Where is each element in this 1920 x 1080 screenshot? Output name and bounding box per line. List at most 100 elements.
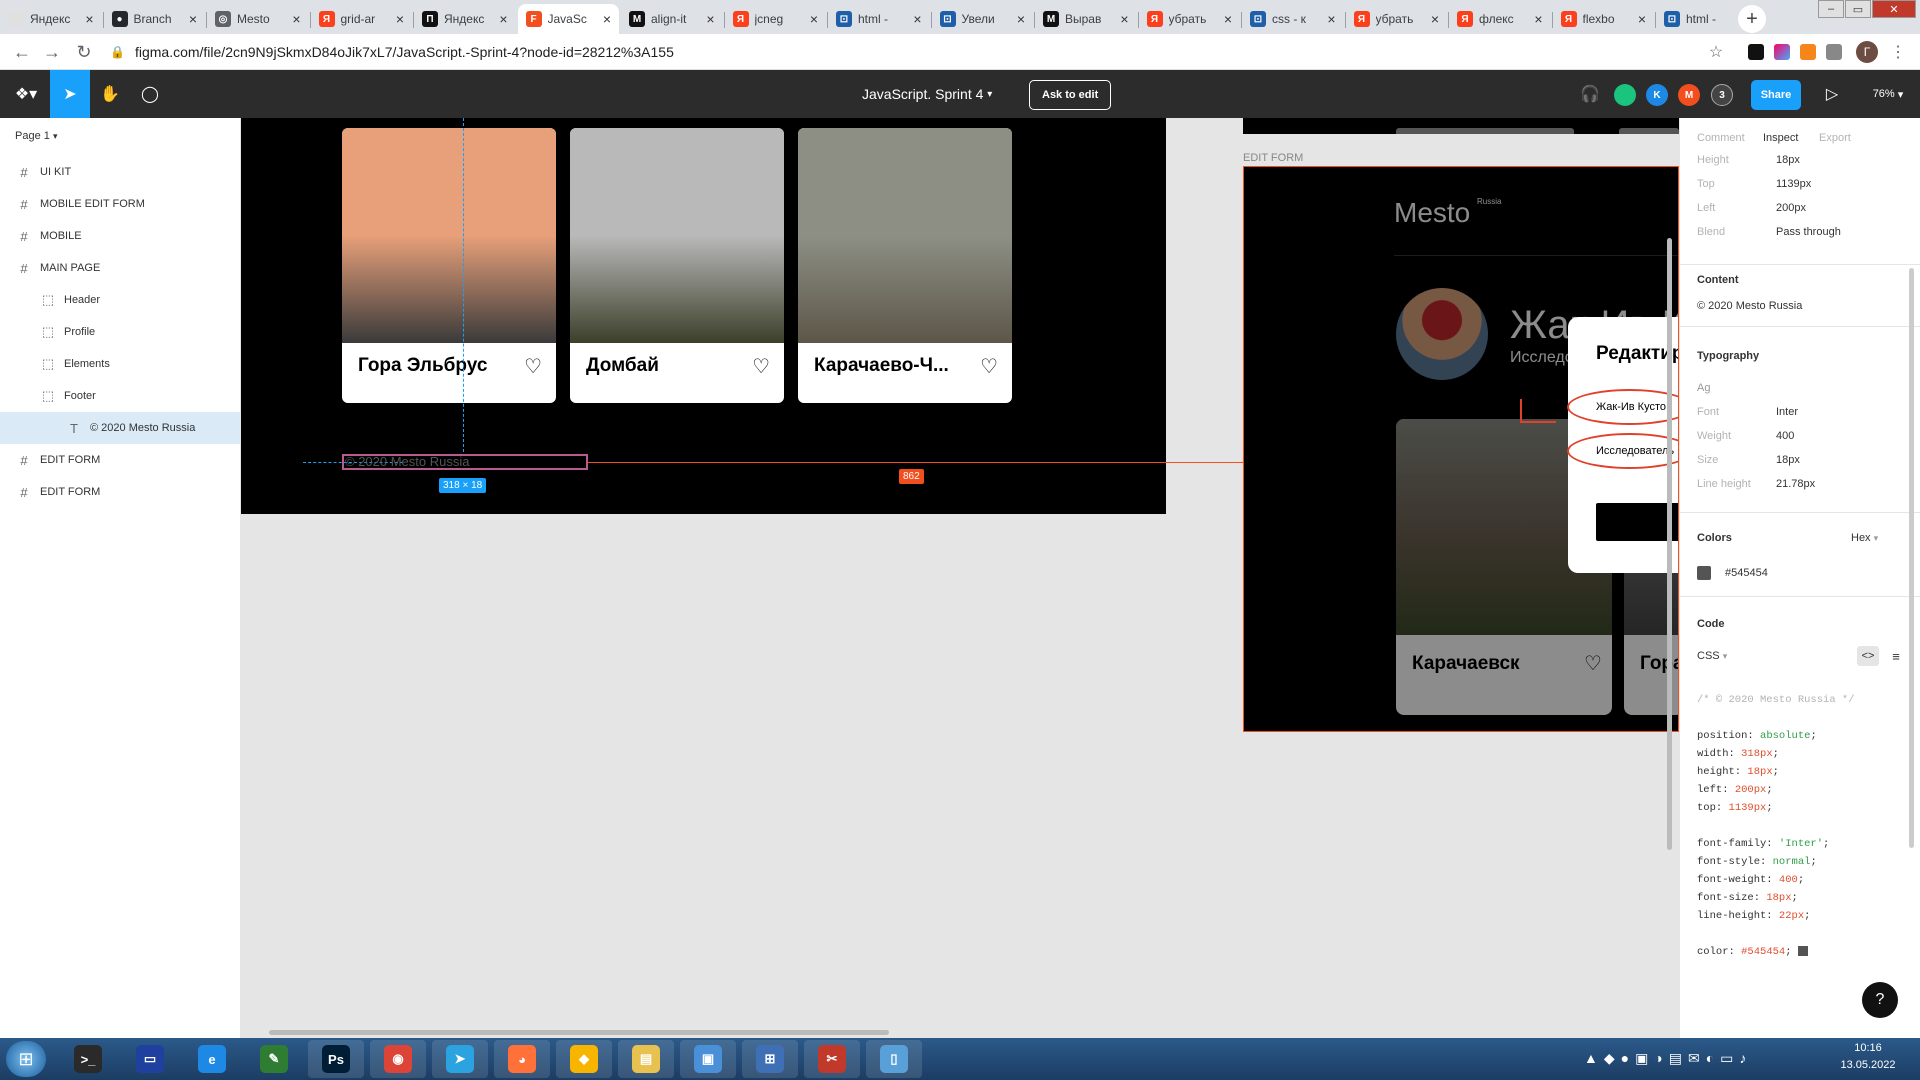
taskbar-app-explorer[interactable]: ▤ (618, 1040, 674, 1078)
collaborator-avatar[interactable] (1614, 84, 1636, 106)
browser-tab[interactable]: Яфлекс × (1449, 4, 1551, 34)
browser-tab[interactable]: Яflexbo × (1553, 4, 1655, 34)
layer-item[interactable]: T © 2020 Mesto Russia (0, 412, 240, 444)
layer-item[interactable]: ⬚ Elements (0, 348, 240, 380)
close-tab-icon[interactable]: × (189, 11, 197, 27)
browser-tab[interactable]: ⊡ css - к × (1242, 4, 1344, 34)
code-list-icon[interactable]: ≡ (1885, 646, 1907, 666)
browser-tab[interactable]: ⊡ html - × (828, 4, 930, 34)
browser-tab[interactable]: ◎ Mesto × (207, 4, 309, 34)
start-button[interactable]: ⊞ (6, 1041, 46, 1077)
taskbar-app-remote[interactable]: ▣ (680, 1040, 736, 1078)
extension-icon[interactable] (1748, 44, 1764, 60)
layer-item[interactable]: # MAIN PAGE (0, 252, 240, 284)
browser-tab[interactable]: F JavaSc × (517, 4, 619, 34)
bookmark-star-icon[interactable]: ☆ (1704, 40, 1728, 64)
layer-item[interactable]: # EDIT FORM (0, 444, 240, 476)
close-tab-icon[interactable]: × (810, 11, 818, 27)
taskbar-app-network[interactable]: ⊞ (742, 1040, 798, 1078)
taskbar-app-chrome[interactable]: ◉ (370, 1040, 426, 1078)
horizontal-scrollbar[interactable] (269, 1030, 889, 1035)
close-tab-icon[interactable]: × (1017, 11, 1025, 27)
metamask-icon[interactable] (1800, 44, 1816, 60)
browser-tab[interactable]: Яубрать × (1346, 4, 1448, 34)
clock-time[interactable]: 10:16 (1838, 1042, 1898, 1054)
taskbar-app-files[interactable]: ▯ (866, 1040, 922, 1078)
edit-form-frame[interactable]: Mesto Russia Жак-Ив К Исследо Карачаевск… (1243, 166, 1679, 732)
close-window-button[interactable]: ✕ (1872, 0, 1916, 18)
taskbar-app-cmd[interactable]: >_ (60, 1040, 116, 1078)
move-tool-icon[interactable]: ➤ (50, 70, 90, 118)
minimize-window-button[interactable]: – (1818, 0, 1844, 18)
layer-item[interactable]: ⬚ Footer (0, 380, 240, 412)
file-title[interactable]: JavaScript. Sprint 4 ▾ (862, 70, 992, 118)
ask-to-edit-button[interactable]: Ask to edit (1029, 80, 1112, 110)
headphones-icon[interactable]: 🎧 (1570, 70, 1610, 118)
color-format-select[interactable]: Hex ▾ (1851, 532, 1878, 544)
place-card[interactable]: Домбай ♡ (570, 128, 784, 403)
maximize-window-button[interactable]: ▭ (1845, 0, 1871, 18)
typography-value[interactable]: Inter (1776, 406, 1798, 418)
clock-date[interactable]: 13.05.2022 (1832, 1059, 1904, 1071)
vertical-scrollbar[interactable] (1667, 238, 1672, 850)
taskbar-app-photoshop[interactable]: Ps (308, 1040, 364, 1078)
browser-tab[interactable]: ⊡ Увели × (932, 4, 1034, 34)
close-tab-icon[interactable]: × (85, 11, 93, 27)
footer-copyright-selected[interactable]: © 2020 Mesto Russia (342, 454, 588, 470)
address-bar[interactable]: 🔒 figma.com/file/2cn9N9jSkmxD84oJik7xL7/… (110, 40, 1710, 64)
inspect-tab-export[interactable]: Export (1819, 132, 1851, 144)
layer-item[interactable]: ⬚ Header (0, 284, 240, 316)
taskbar-app-sketch[interactable]: ◆ (556, 1040, 612, 1078)
collaborator-avatar[interactable]: 3 (1711, 84, 1733, 106)
comment-tool-icon[interactable]: ◯ (130, 70, 170, 118)
profile-avatar[interactable]: Г (1856, 41, 1878, 63)
present-play-icon[interactable]: ▷ (1812, 70, 1852, 118)
extension-icon[interactable] (1774, 44, 1790, 60)
color-swatch[interactable] (1697, 566, 1711, 580)
code-view-icon[interactable]: <> (1857, 646, 1879, 666)
zoom-level[interactable]: 76% ▾ (1862, 70, 1914, 118)
browser-tab[interactable]: П Яндекс × (414, 4, 516, 34)
figma-canvas[interactable]: Гора Эльбрус ♡ Домбай ♡ Карачаево-Ч... ♡ © 20… (241, 118, 1679, 1038)
close-tab-icon[interactable]: × (1638, 11, 1646, 27)
taskbar-app-telegram[interactable]: ➤ (432, 1040, 488, 1078)
collaborator-avatar[interactable]: K (1646, 84, 1668, 106)
color-hex-value[interactable]: #545454 (1725, 567, 1768, 579)
close-tab-icon[interactable]: × (292, 11, 300, 27)
menu-dots-icon[interactable]: ⋮ (1886, 40, 1910, 64)
layer-item[interactable]: # MOBILE (0, 220, 240, 252)
layer-item[interactable]: # MOBILE EDIT FORM (0, 188, 240, 220)
edit-form-frame-label[interactable]: EDIT FORM (1243, 152, 1303, 164)
popup-job-field[interactable]: Исследователь (1596, 445, 1674, 457)
prop-value[interactable]: 1139px (1776, 178, 1811, 190)
close-tab-icon[interactable]: × (1534, 11, 1542, 27)
back-icon[interactable]: ← (10, 40, 34, 64)
inspect-tab-comment[interactable]: Comment (1697, 132, 1745, 144)
taskbar-app-save[interactable]: ▭ (122, 1040, 178, 1078)
browser-tab[interactable]: Malign-it × (621, 4, 723, 34)
panel-scrollbar[interactable] (1909, 268, 1914, 848)
page-selector[interactable]: Page 1 ▾ (15, 130, 57, 142)
taskbar-app-ie[interactable]: e (184, 1040, 240, 1078)
share-button[interactable]: Share (1751, 80, 1801, 110)
prop-value[interactable]: 200px (1776, 202, 1806, 214)
taskbar-app-firefox[interactable]: ◕ (494, 1040, 550, 1078)
close-tab-icon[interactable]: × (1327, 11, 1335, 27)
typography-value[interactable]: 18px (1776, 454, 1800, 466)
browser-tab[interactable]: Яgrid-ar × (311, 4, 413, 34)
close-tab-icon[interactable]: × (499, 11, 507, 27)
close-tab-icon[interactable]: × (396, 11, 404, 27)
content-value[interactable]: © 2020 Mesto Russia (1697, 300, 1802, 312)
close-tab-icon[interactable]: × (1431, 11, 1439, 27)
code-language-select[interactable]: CSS ▾ (1697, 650, 1727, 662)
taskbar-app-tool[interactable]: ✂ (804, 1040, 860, 1078)
close-tab-icon[interactable]: × (913, 11, 921, 27)
prop-value[interactable]: 18px (1776, 154, 1800, 166)
heart-icon[interactable]: ♡ (524, 354, 542, 379)
inspect-tab-inspect[interactable]: Inspect (1763, 132, 1798, 144)
close-tab-icon[interactable]: × (1120, 11, 1128, 27)
help-button[interactable]: ? (1862, 982, 1898, 1018)
forward-icon[interactable]: → (40, 40, 64, 64)
browser-tab[interactable]: Яjcneg × (725, 4, 827, 34)
place-card[interactable]: Карачаево-Ч... ♡ (798, 128, 1012, 403)
